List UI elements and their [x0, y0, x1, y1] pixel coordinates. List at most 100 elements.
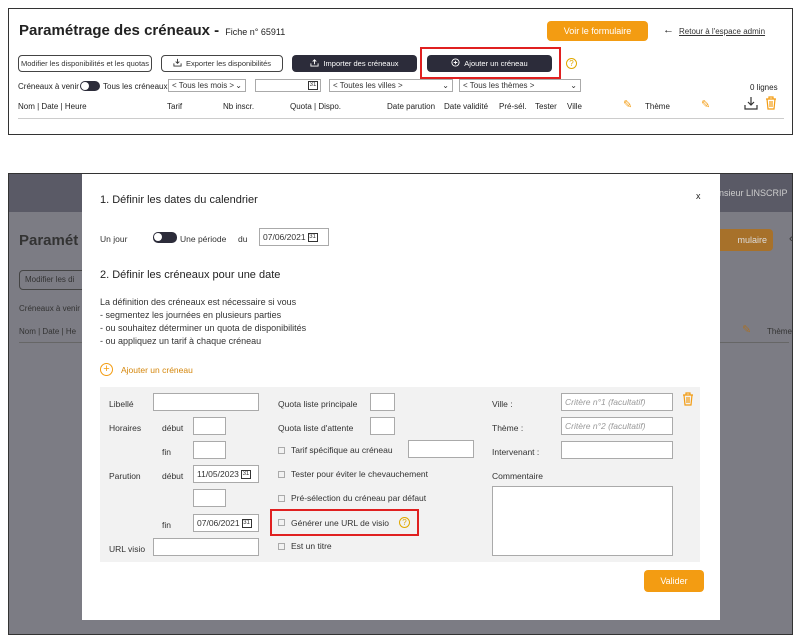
pencil-icon[interactable]: ✎	[623, 98, 632, 111]
du-label: du	[238, 234, 248, 244]
est-titre-label: Est un titre	[291, 541, 332, 551]
horaires-debut-label: début	[162, 423, 184, 433]
col-theme[interactable]: Thème	[645, 102, 670, 111]
col-pre-sel[interactable]: Pré-sél.	[499, 102, 527, 111]
back-arrow-icon[interactable]: ←	[663, 24, 674, 36]
quota-attente-label: Quota liste d'attente	[278, 423, 354, 433]
col-date-parution[interactable]: Date parution	[387, 102, 435, 111]
month-select[interactable]: < Tous les mois > ⌄	[168, 79, 246, 92]
col-tarif[interactable]: Tarif	[167, 102, 182, 111]
close-icon[interactable]: x	[696, 191, 701, 201]
horaires-fin-label: fin	[162, 447, 171, 457]
chevron-down-icon: ⌄	[442, 81, 449, 90]
description-line: - ou appliquez un tarif à chaque créneau	[100, 336, 262, 346]
trash-icon[interactable]	[765, 96, 777, 112]
horaires-fin-input[interactable]	[193, 441, 226, 459]
col-date-validite[interactable]: Date validité	[444, 102, 488, 111]
tester-option[interactable]: Tester pour éviter le chevauchement	[278, 469, 428, 479]
period-toggle[interactable]	[153, 232, 177, 243]
chevron-down-icon: ⌄	[235, 81, 242, 90]
export-icon	[173, 58, 182, 69]
commentaire-textarea[interactable]	[492, 486, 673, 556]
quota-principale-input[interactable]	[370, 393, 395, 411]
col-nb-inscr[interactable]: Nb inscr.	[223, 102, 254, 111]
parution-debut-value: 11/05/2023	[197, 469, 239, 479]
description-line: - ou souhaitez déterminer un quota de di…	[100, 323, 307, 333]
date-from-input[interactable]: 07/06/2021 31	[259, 228, 329, 246]
dimmed-page-title: Paramét	[19, 232, 79, 249]
intervenant-input[interactable]	[561, 441, 673, 459]
export-availability-label: Exporter les disponibilités	[185, 59, 272, 68]
col-ville[interactable]: Ville	[567, 102, 582, 111]
preselection-option[interactable]: Pré-sélection du créneau par défaut	[278, 493, 426, 503]
tarif-specifique-label: Tarif spécifique au créneau	[291, 445, 393, 455]
parution-time-input[interactable]	[193, 489, 226, 507]
ville-input[interactable]: Critère n°1 (facultatif)	[561, 393, 673, 411]
date-filter-input[interactable]: 31	[255, 79, 321, 92]
preselection-label: Pré-sélection du créneau par défaut	[291, 493, 427, 503]
tarif-specifique-input[interactable]	[408, 440, 474, 458]
import-slots-button[interactable]: Importer des créneaux	[292, 55, 417, 72]
export-availability-button[interactable]: Exporter les disponibilités	[161, 55, 283, 72]
tarif-specifique-option[interactable]: Tarif spécifique au créneau	[278, 445, 393, 455]
view-form-button[interactable]: Voir le formulaire	[547, 21, 648, 41]
intervenant-label: Intervenant :	[492, 447, 540, 457]
col-name-date-time[interactable]: Nom | Date | Heure	[18, 102, 87, 111]
slots-settings-panel: Paramétrage des créneaux - Fiche n° 6591…	[8, 8, 793, 135]
col-tester[interactable]: Tester	[535, 102, 557, 111]
import-icon	[310, 58, 320, 69]
dimmed-user-name: nsieur LINSCRIP	[719, 188, 788, 198]
modal-screen: nsieur LINSCRIP Paramét mulaire ‹ Modifi…	[8, 173, 793, 635]
tester-checkbox[interactable]	[278, 470, 285, 478]
dimmed-modify-button: Modifier les di	[19, 270, 89, 290]
section2-title: 2. Définir les créneaux pour une date	[100, 269, 281, 281]
plus-circle-icon: +	[100, 363, 113, 376]
tarif-specifique-checkbox[interactable]	[278, 446, 285, 454]
dimmed-col-theme: Thème	[767, 327, 792, 336]
parution-fin-input[interactable]: 07/06/2021 31	[193, 514, 259, 532]
est-titre-option[interactable]: Est un titre	[278, 541, 332, 551]
all-slots-filter-label: Tous les créneaux	[103, 82, 168, 91]
chevron-down-icon: ⌄	[570, 81, 577, 90]
quota-attente-input[interactable]	[370, 417, 395, 435]
theme-placeholder: Critère n°2 (facultatif)	[565, 421, 646, 431]
fiche-number: Fiche n° 65911	[225, 27, 286, 37]
calendar-icon: 31	[307, 233, 318, 243]
city-select[interactable]: < Toutes les villes > ⌄	[329, 79, 453, 92]
help-icon[interactable]: ?	[566, 58, 577, 69]
dimmed-col-name: Nom | Date | He	[19, 327, 77, 336]
trash-icon[interactable]	[682, 392, 694, 408]
parution-label: Parution	[109, 471, 141, 481]
upcoming-toggle[interactable]	[80, 81, 100, 91]
horaires-debut-input[interactable]	[193, 417, 226, 435]
add-slot-link[interactable]: + Ajouter un créneau	[100, 363, 193, 376]
validate-button[interactable]: Valider	[644, 570, 704, 592]
est-titre-checkbox[interactable]	[278, 542, 285, 550]
page-title-text: Paramétrage des créneaux -	[19, 22, 220, 39]
parution-debut-input[interactable]: 11/05/2023 31	[193, 465, 259, 483]
libelle-label: Libellé	[109, 399, 134, 409]
url-visio-input[interactable]	[153, 538, 259, 556]
parution-fin-label: fin	[162, 520, 171, 530]
preselection-checkbox[interactable]	[278, 494, 285, 502]
pencil-icon[interactable]: ✎	[701, 98, 710, 111]
section1-title: 1. Définir les dates du calendrier	[100, 194, 258, 206]
dimmed-pencil-icon: ✎	[742, 324, 752, 336]
ville-placeholder: Critère n°1 (facultatif)	[565, 397, 646, 407]
col-quota-dispo[interactable]: Quota | Dispo.	[290, 102, 341, 111]
period-label: Une période	[180, 234, 227, 244]
back-to-admin-link[interactable]: Retour à l'espace admin	[679, 27, 765, 36]
table-divider	[18, 118, 784, 119]
theme-select[interactable]: < Tous les thèmes > ⌄	[459, 79, 581, 92]
upcoming-filter-label: Créneaux à venir	[18, 82, 79, 91]
calendar-icon: 31	[241, 519, 252, 529]
download-icon[interactable]	[744, 96, 758, 112]
calendar-icon: 31	[240, 470, 251, 480]
modify-availability-button[interactable]: Modifier les disponibilités et les quota…	[18, 55, 152, 72]
libelle-input[interactable]	[153, 393, 259, 411]
theme-input[interactable]: Critère n°2 (facultatif)	[561, 417, 673, 435]
one-day-label: Un jour	[100, 234, 128, 244]
modify-availability-label: Modifier les disponibilités et les quota…	[21, 59, 149, 68]
add-slot-modal: x 1. Définir les dates du calendrier Un …	[82, 174, 720, 620]
month-select-value: < Tous les mois >	[172, 81, 235, 90]
